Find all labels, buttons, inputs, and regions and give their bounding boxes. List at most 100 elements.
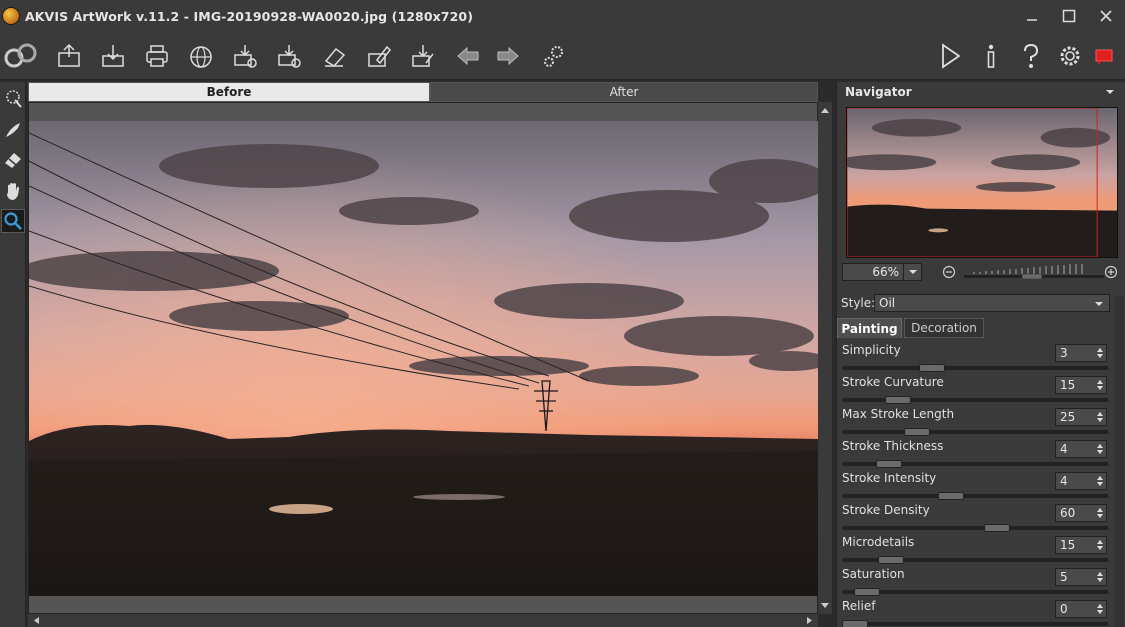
- spinner-arrows-icon[interactable]: [1096, 571, 1104, 583]
- zoom-tool-button[interactable]: [1, 209, 25, 233]
- param-spinbox[interactable]: 5: [1055, 568, 1107, 586]
- param-spinbox[interactable]: 4: [1055, 472, 1107, 490]
- maximize-icon: [1062, 9, 1076, 23]
- help-button[interactable]: [1015, 40, 1047, 72]
- param-spinbox[interactable]: 25: [1055, 408, 1107, 426]
- spinner-arrows-icon[interactable]: [1096, 443, 1104, 455]
- share-icon: [190, 46, 212, 68]
- param-spinbox[interactable]: 3: [1055, 344, 1107, 362]
- brush-tool-button[interactable]: [1, 118, 25, 142]
- spinner-arrows-icon[interactable]: [1096, 539, 1104, 551]
- eraser-tool-icon: [5, 153, 21, 168]
- spinner-arrows-icon[interactable]: [1096, 411, 1104, 423]
- image-canvas[interactable]: [28, 102, 818, 614]
- param-slider-track[interactable]: [842, 430, 1108, 434]
- app-icon: [2, 7, 20, 25]
- eraser-icon: [324, 47, 346, 67]
- save-button[interactable]: [97, 40, 129, 72]
- minimize-icon: [1027, 19, 1037, 21]
- alert-button[interactable]: [1088, 40, 1120, 72]
- param-slider-thumb[interactable]: [885, 396, 912, 404]
- param-value: 3: [1060, 346, 1068, 360]
- param-spinbox[interactable]: 4: [1055, 440, 1107, 458]
- redo-button[interactable]: [492, 40, 524, 72]
- edit-icon: [368, 45, 391, 67]
- scroll-right-icon: [807, 617, 812, 624]
- export-settings-button[interactable]: [273, 40, 305, 72]
- chevron-down-icon[interactable]: [1104, 87, 1116, 97]
- zoom-out-icon[interactable]: [942, 265, 956, 279]
- left-toolbox: [0, 82, 26, 627]
- param-slider-thumb[interactable]: [983, 524, 1010, 532]
- param-spinbox[interactable]: 15: [1055, 376, 1107, 394]
- param-label: Max Stroke Length: [842, 407, 955, 421]
- selection-tool-button[interactable]: [1, 87, 25, 111]
- param-slider-thumb[interactable]: [904, 428, 931, 436]
- param-slider-thumb[interactable]: [938, 492, 964, 500]
- canvas-horizontal-scrollbar[interactable]: [28, 614, 818, 627]
- hand-tool-button[interactable]: [1, 179, 25, 203]
- param-spinbox[interactable]: 0: [1055, 600, 1107, 618]
- param-slider-track[interactable]: [842, 398, 1108, 402]
- print-button[interactable]: [141, 40, 173, 72]
- canvas-vertical-scrollbar[interactable]: [818, 102, 832, 614]
- param-slider-track[interactable]: [842, 622, 1108, 626]
- spinner-arrows-icon[interactable]: [1096, 507, 1104, 519]
- zoom-value: 66%: [872, 265, 899, 279]
- param-label: Relief: [842, 599, 876, 613]
- download-button[interactable]: [407, 40, 439, 72]
- tab-decoration[interactable]: Decoration: [904, 318, 984, 338]
- tab-after[interactable]: After: [430, 82, 818, 102]
- tab-before[interactable]: Before: [28, 82, 430, 102]
- open-button[interactable]: [53, 40, 85, 72]
- spinner-arrows-icon[interactable]: [1096, 603, 1104, 615]
- panel-scrollbar[interactable]: [1114, 296, 1124, 627]
- zoom-in-icon[interactable]: [1104, 265, 1118, 279]
- eraser-button[interactable]: [319, 40, 351, 72]
- param-slider-thumb[interactable]: [878, 556, 904, 564]
- param-row: Relief 0: [837, 596, 1112, 627]
- edit-button[interactable]: [363, 40, 395, 72]
- right-panel: Navigator 66% Style: Oil Painting Decora…: [836, 82, 1125, 627]
- maximize-button[interactable]: [1050, 0, 1088, 32]
- spinner-arrows-icon[interactable]: [1096, 379, 1104, 391]
- spinner-arrows-icon[interactable]: [1096, 347, 1104, 359]
- app-logo-button[interactable]: [2, 40, 40, 72]
- undo-button[interactable]: [452, 40, 484, 72]
- param-slider-track[interactable]: [842, 526, 1108, 530]
- param-value: 4: [1060, 474, 1068, 488]
- download-icon: [412, 45, 434, 67]
- preferences-button[interactable]: [538, 40, 570, 72]
- scroll-down-icon: [821, 603, 829, 608]
- param-slider-track[interactable]: [842, 494, 1108, 498]
- spinner-arrows-icon[interactable]: [1096, 475, 1104, 487]
- param-slider-thumb[interactable]: [918, 364, 945, 372]
- app-window: AKVIS ArtWork v.11.2 - IMG-20190928-WA00…: [0, 0, 1125, 627]
- param-spinbox[interactable]: 15: [1055, 536, 1107, 554]
- zoom-select[interactable]: 66%: [842, 263, 922, 281]
- batch-button[interactable]: [229, 40, 261, 72]
- run-button[interactable]: [934, 40, 966, 72]
- close-button[interactable]: [1087, 0, 1125, 32]
- eraser-tool-button[interactable]: [1, 148, 25, 172]
- info-icon: [987, 44, 995, 68]
- brush-icon: [6, 123, 20, 137]
- param-slider-thumb[interactable]: [854, 588, 880, 596]
- style-select[interactable]: Oil: [874, 294, 1110, 312]
- param-slider-thumb[interactable]: [842, 620, 868, 627]
- settings-button[interactable]: [1054, 40, 1086, 72]
- info-button[interactable]: [975, 40, 1007, 72]
- param-slider-track[interactable]: [842, 366, 1108, 370]
- param-slider-track[interactable]: [842, 590, 1108, 594]
- minimize-button[interactable]: [1013, 0, 1051, 32]
- zoom-slider[interactable]: [964, 263, 1104, 279]
- param-spinbox[interactable]: 60: [1055, 504, 1107, 522]
- magnifier-icon: [4, 212, 22, 230]
- title-bar: AKVIS ArtWork v.11.2 - IMG-20190928-WA00…: [0, 0, 1125, 32]
- param-slider-thumb[interactable]: [875, 460, 902, 468]
- tab-painting[interactable]: Painting: [837, 318, 902, 338]
- share-button[interactable]: [185, 40, 217, 72]
- scroll-left-icon: [34, 617, 39, 624]
- chevron-down-icon: [908, 270, 917, 274]
- navigator-preview[interactable]: [846, 107, 1118, 258]
